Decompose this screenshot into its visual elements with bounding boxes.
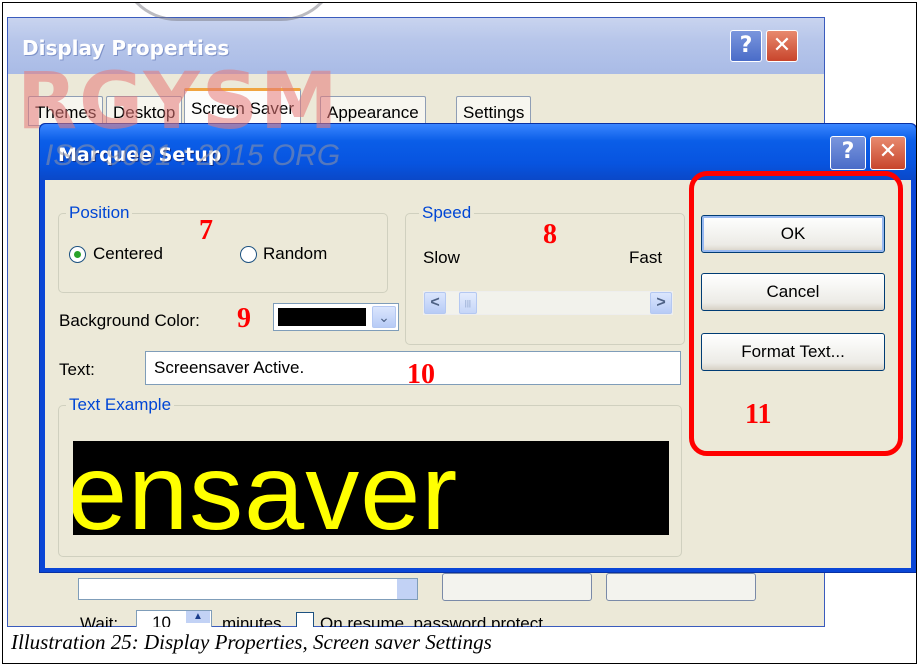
position-group-label: Position xyxy=(66,203,133,223)
random-label[interactable]: Random xyxy=(263,244,327,264)
random-radio[interactable] xyxy=(240,246,257,263)
spin-up-icon[interactable]: ▲ xyxy=(186,611,210,623)
screenshot-frame: Display Properties ? ✕ Themes Desktop Sc… xyxy=(2,2,917,664)
text-example-label: Text Example xyxy=(66,395,175,415)
centered-radio[interactable] xyxy=(69,246,86,263)
chevron-down-icon[interactable]: ⌄ xyxy=(372,306,396,328)
text-example-preview: ensaver xyxy=(73,441,669,535)
chevron-down-icon xyxy=(397,579,417,599)
preview-button[interactable] xyxy=(606,573,756,601)
text-label: Text: xyxy=(59,360,95,379)
background-color-label: Background Color: xyxy=(59,311,200,330)
watermark-subtext: ISO 9001 : 2015 ORG xyxy=(45,139,341,172)
watermark-logo: RGYSM xyxy=(17,57,340,147)
fast-label: Fast xyxy=(629,248,663,267)
annotation-number: 11 xyxy=(745,399,772,430)
close-button[interactable]: ✕ xyxy=(766,30,798,62)
help-button[interactable]: ? xyxy=(730,30,762,62)
figure-caption: Illustration 25: Display Properties, Scr… xyxy=(11,627,911,661)
annotation-number: 7 xyxy=(199,215,213,246)
speed-slider[interactable]: < ||| > xyxy=(423,291,673,315)
tab-settings[interactable]: Settings xyxy=(456,96,532,126)
slow-label: Slow xyxy=(423,248,460,267)
chevron-left-icon[interactable]: < xyxy=(424,292,446,314)
preview-text: ensaver xyxy=(73,441,459,535)
settings-button[interactable] xyxy=(442,573,592,601)
annotation-number: 10 xyxy=(407,359,435,390)
color-swatch xyxy=(278,308,366,326)
speed-group-label: Speed xyxy=(419,203,475,223)
centered-label[interactable]: Centered xyxy=(93,244,163,264)
background-color-select[interactable]: ⌄ xyxy=(273,303,399,331)
speed-slider-thumb[interactable]: ||| xyxy=(458,292,477,314)
screen-saver-dropdown[interactable] xyxy=(78,578,418,600)
highlight-box xyxy=(689,171,903,456)
annotation-number: 8 xyxy=(543,219,557,250)
annotation-number: 9 xyxy=(237,303,251,334)
chevron-right-icon[interactable]: > xyxy=(650,292,672,314)
